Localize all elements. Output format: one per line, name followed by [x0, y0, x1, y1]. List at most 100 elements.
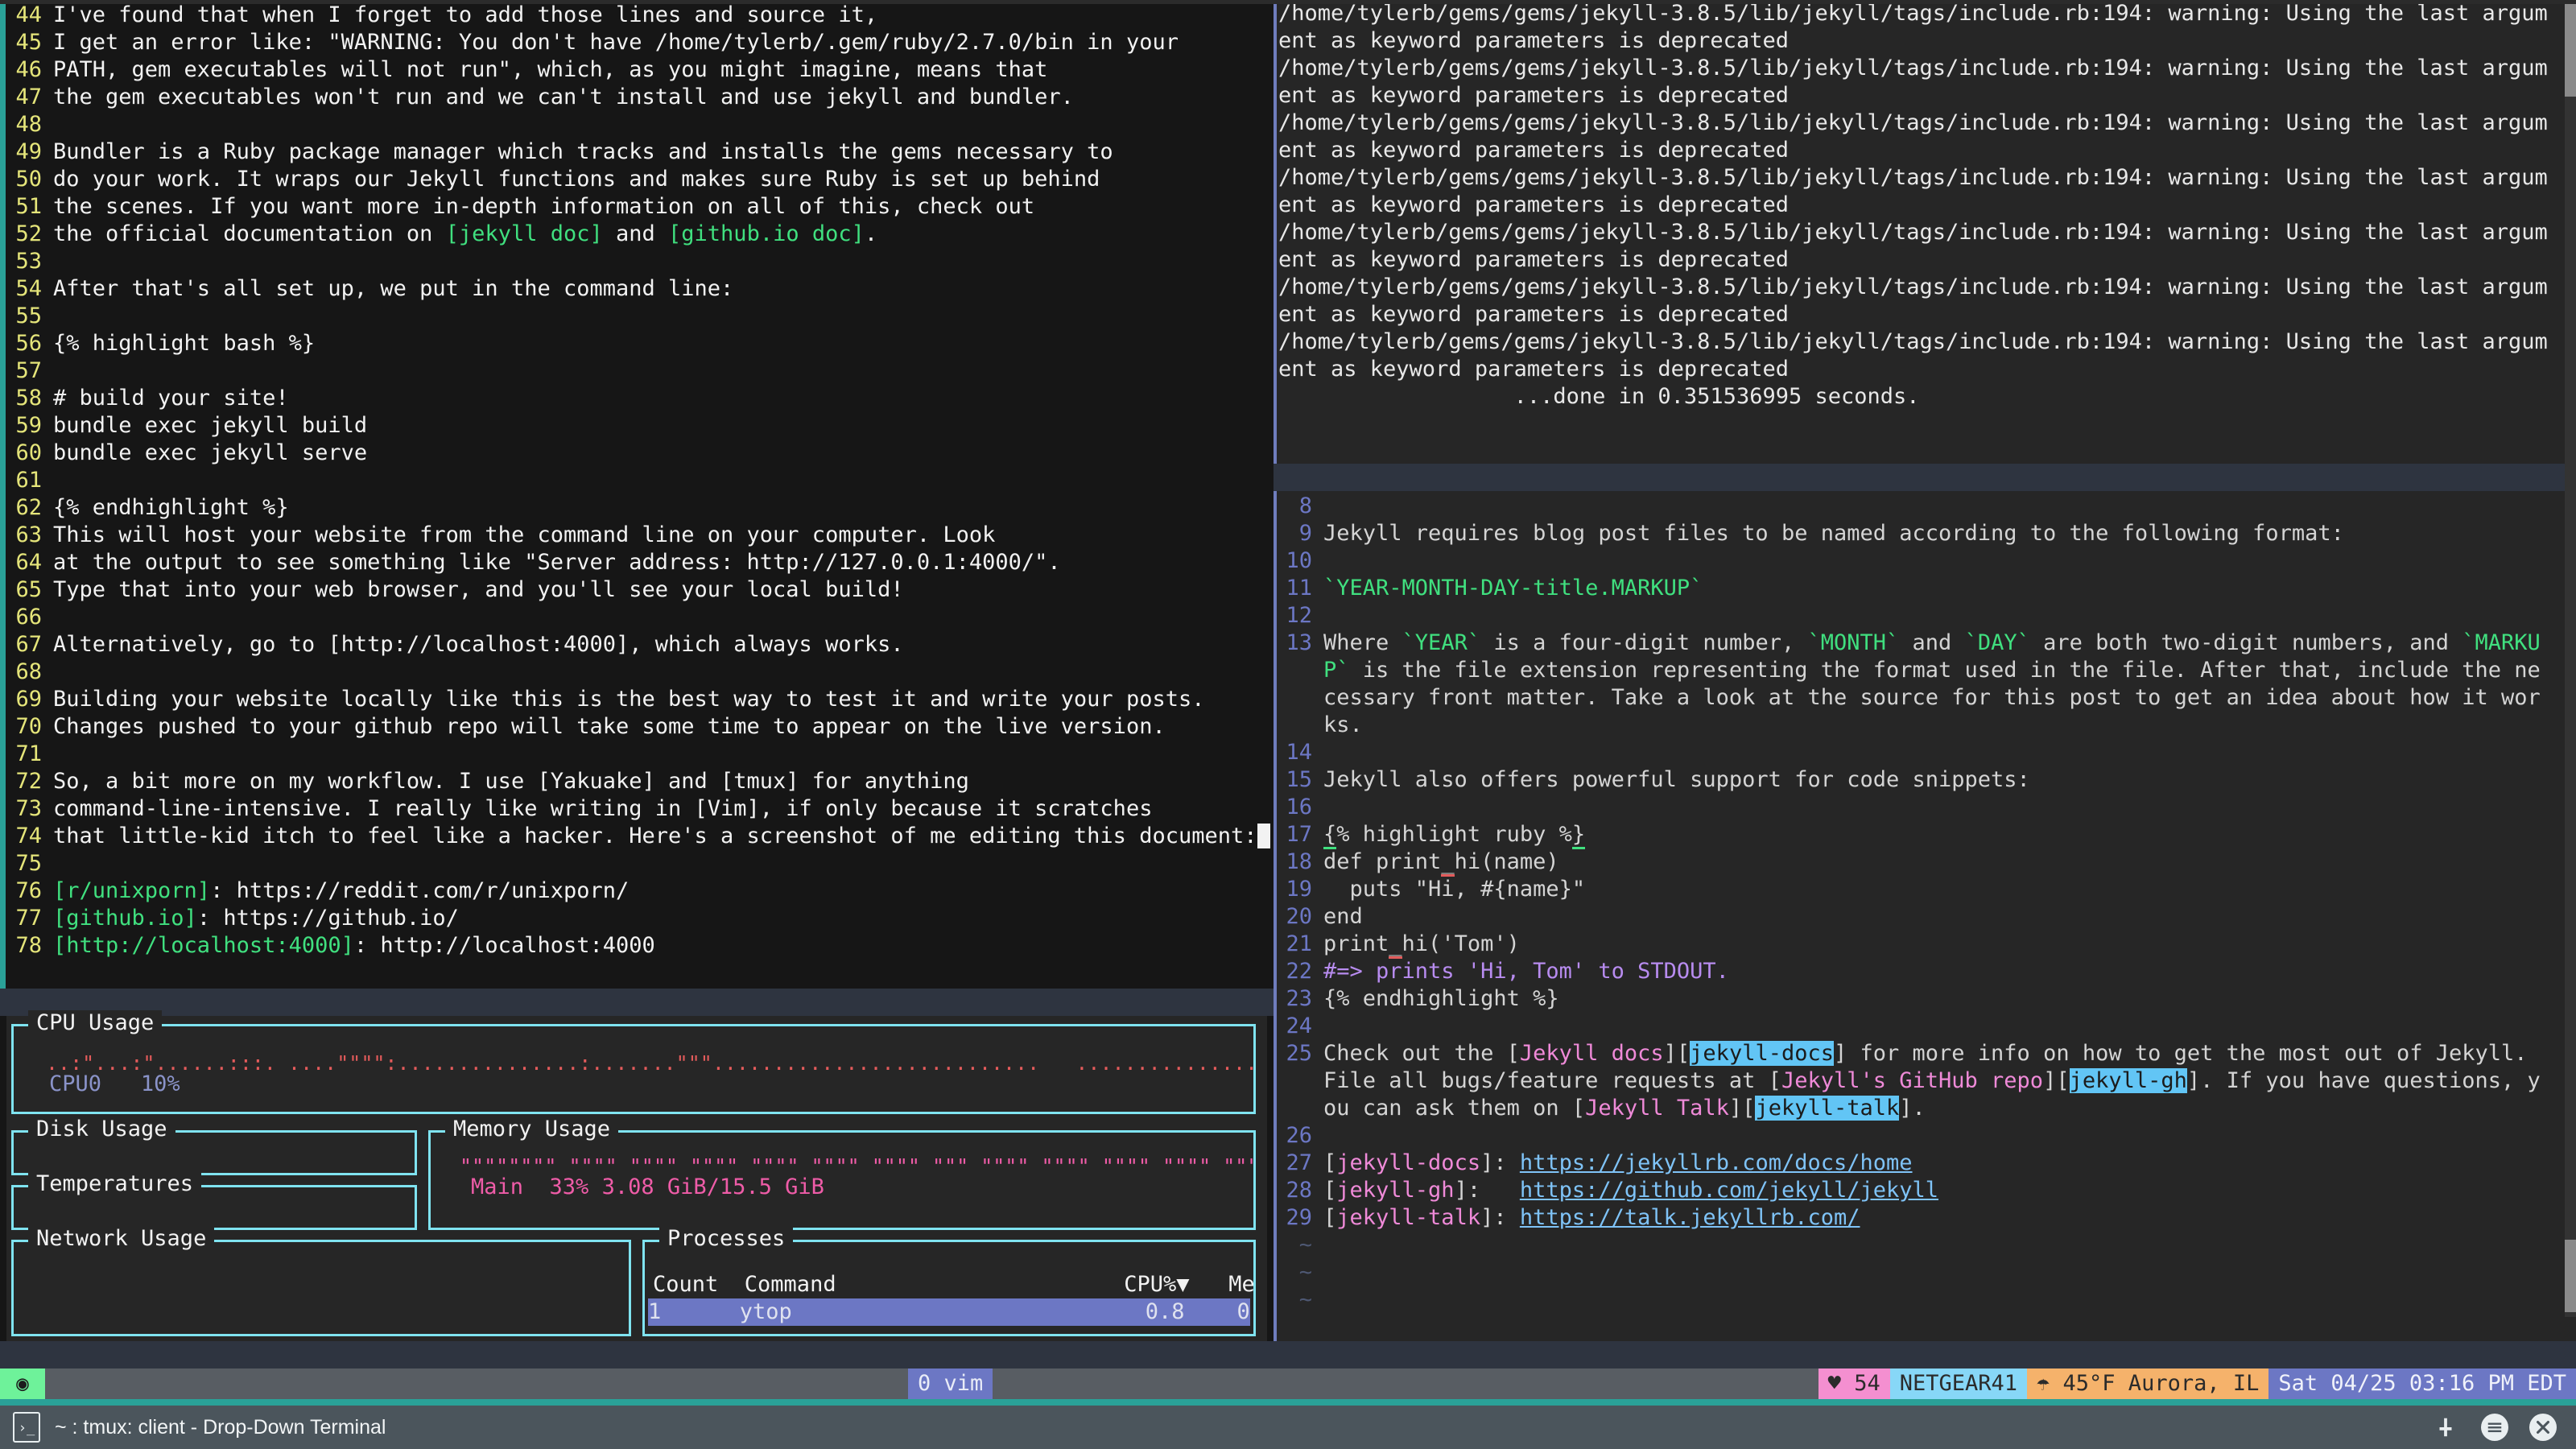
widget-processes[interactable]: Processes Count Command CPU%▼ Mem% 1 yto… [642, 1226, 1256, 1336]
cpu-legend: CPU0 10% [49, 1071, 180, 1096]
tmux-status-underline [0, 1399, 2576, 1406]
line-number: 49 [15, 139, 42, 164]
line-number: 28 [1286, 1178, 1312, 1203]
heart-icon: ♥ [1827, 1371, 1855, 1396]
scrollbar-thumb-bottom[interactable] [2565, 1240, 2576, 1312]
pane-divider [1274, 0, 1277, 1368]
line-number: 27 [1286, 1150, 1312, 1175]
line-number: 56 [15, 331, 42, 356]
line-number: 26 [1286, 1123, 1312, 1148]
taskbar-buttons [2431, 1413, 2557, 1442]
line-number: 17 [1286, 822, 1312, 847]
widget-title-network: Network Usage [28, 1226, 215, 1252]
editor-line: 73 command-line-intensive. I really like … [6, 795, 1270, 823]
editor-line: 47 the gem executables won't run and we c… [6, 84, 1270, 111]
widget-network-usage[interactable]: Network Usage [11, 1226, 631, 1336]
line-number: 51 [15, 194, 42, 219]
line-number: 54 [15, 276, 42, 301]
line-number: 62 [15, 495, 42, 520]
line-number: 13 [1286, 630, 1312, 655]
editor-line: 15 Jekyll also offers powerful support fo… [1280, 766, 2566, 794]
widget-temperatures[interactable]: Temperatures [11, 1171, 417, 1230]
shell-output-jekyll-build: /home/tylerb/gems/gems/jekyll-3.8.5/lib/… [1278, 0, 2566, 473]
editor-line: 45 I get an error like: "WARNING: You don… [6, 29, 1270, 56]
editor-line: 65 Type that into your web browser, and y… [6, 576, 1270, 604]
scrollbar-track[interactable] [2565, 0, 2576, 1317]
tmux-window-vim[interactable]: 0 vim [908, 1368, 993, 1399]
editor-line: 56 {% highlight bash %} [6, 330, 1270, 357]
tmux-status-bar[interactable]: ◉ 0 vim ♥ 54 NETGEAR41 ☂ 45°F Aurora, IL… [0, 1368, 2576, 1399]
editor-line: 64 at the output to see something like "S… [6, 549, 1270, 576]
editor-line: 74 that little-kid itch to feel like a ha… [6, 823, 1270, 850]
editor-line: 11 `YEAR-MONTH-DAY-title.MARKUP` [1280, 575, 2566, 602]
scrollbar-thumb-top[interactable] [2565, 0, 2576, 97]
widget-memory-usage[interactable]: Memory Usage """""""" """" """" """" """… [428, 1117, 1256, 1230]
line-number: 65 [15, 577, 42, 602]
line-number: 61 [15, 468, 42, 493]
editor-line: 58 # build your site! [6, 385, 1270, 412]
text-cursor [1257, 824, 1270, 848]
editor-line: ~ [1298, 1260, 1312, 1285]
line-number: 74 [15, 824, 42, 848]
widget-cpu-usage[interactable]: CPU Usage ..:"...:"......:::. ...."""":.… [11, 1010, 1256, 1114]
line-number: 12 [1286, 603, 1312, 628]
editor-line: 62 {% endhighlight %} [6, 494, 1270, 522]
status-wifi[interactable]: NETGEAR41 [1889, 1368, 2028, 1399]
tmux-window-list-spacer [45, 1368, 908, 1399]
tmux-pane-title-right-top[interactable]: ──2 "tylerb@tyler-bladestealth:~/githubi… [1274, 464, 2576, 491]
line-number: 75 [15, 851, 42, 876]
line-number: 69 [15, 687, 42, 712]
editor-line: 12 [1280, 602, 2566, 630]
tmux-pane-title-right-bottom[interactable]: ──3 "tylerb@tyler-bladestealth:~/githubi… [1274, 1341, 2576, 1368]
editor-line: 29 [jekyll-talk]: https://talk.jekyllrb.c… [1280, 1204, 2566, 1232]
line-number: 8 [1298, 493, 1312, 518]
line-number: 63 [15, 522, 42, 547]
cpu-sparkline: ..:"...:"......:::. ...."""":...........… [46, 1051, 1253, 1075]
line-number: 22 [1286, 959, 1312, 984]
editor-line: 48 [6, 111, 1270, 138]
editor-line: 61 [6, 467, 1270, 494]
tmux-session-badge[interactable]: ◉ [0, 1368, 45, 1399]
close-icon[interactable] [2529, 1414, 2557, 1441]
line-number: 57 [15, 358, 42, 383]
pin-icon[interactable] [2431, 1413, 2460, 1442]
widget-disk-usage[interactable]: Disk Usage [11, 1117, 417, 1175]
editor-line: 67 Alternatively, go to [http://localhost… [6, 631, 1270, 658]
editor-line: 69 Building your website locally like thi… [6, 686, 1270, 713]
ytop-dashboard[interactable]: CPU Usage ..:"...:"......:::. ...."""":.… [6, 1010, 1267, 1368]
editor-line: 19 puts "Hi, #{name}" [1280, 876, 2566, 903]
line-number: 48 [15, 112, 42, 137]
vim-editor-right[interactable]: 8 9 Jekyll requires blog post files to be … [1280, 493, 2566, 1317]
line-number: 15 [1286, 767, 1312, 792]
line-number: 53 [15, 249, 42, 274]
editor-line: 22 #=> prints 'Hi, Tom' to STDOUT. [1280, 958, 2566, 985]
editor-line: 28 [jekyll-gh]: https://github.com/jekyll… [1280, 1177, 2566, 1204]
editor-line: 55 [6, 303, 1270, 330]
tmux-pane-title-left[interactable]: ─0 "tylerb@tyler-bladestealth:~/githubio… [0, 989, 1274, 1016]
editor-line: 26 [1280, 1122, 2566, 1150]
editor-line: ~ [1298, 1287, 1312, 1312]
tmux-status-right: ♥ 54 NETGEAR41 ☂ 45°F Aurora, IL Sat 04/… [1818, 1368, 2576, 1399]
tmux-pane-title-left-bottom[interactable]: ──1 "tylerb@tyler-bladestealth:~"───────… [0, 1341, 1274, 1368]
editor-line: 76 [r/unixporn]: https://reddit.com/r/uni… [6, 877, 1270, 905]
menu-icon[interactable] [2481, 1414, 2508, 1441]
line-number: 46 [15, 57, 42, 82]
line-number: 23 [1286, 986, 1312, 1011]
widget-title-disk: Disk Usage [28, 1117, 175, 1142]
vim-status-line-left: -- INSERT -- 74,93 95% [6, 960, 1270, 1073]
status-heart-rate[interactable]: ♥ 54 [1818, 1368, 1890, 1399]
status-clock[interactable]: Sat 04/25 03:16 PM EDT [2268, 1368, 2576, 1399]
table-row[interactable]: 1 ytop 0.8 0.0 [648, 1298, 1253, 1326]
line-number: 66 [15, 605, 42, 630]
editor-line: 16 [1280, 794, 2566, 821]
editor-line: 20 end [1280, 903, 2566, 931]
line-number: 72 [15, 769, 42, 794]
editor-line: 25 Check out the [Jekyll docs][jekyll-doc… [1280, 1040, 2566, 1067]
editor-line: 24 [1280, 1013, 2566, 1040]
link-label: [http://localhost:4000] [53, 933, 354, 958]
status-weather[interactable]: ☂ 45°F Aurora, IL [2027, 1368, 2269, 1399]
vim-editor-left[interactable]: 44 I've found that when I forget to add t… [6, 2, 1270, 982]
line-number: 10 [1286, 548, 1312, 573]
editor-line: 63 This will host your website from the c… [6, 522, 1270, 549]
yakuake-taskbar[interactable]: ›_ ~ : tmux: client - Drop-Down Terminal [0, 1406, 2576, 1449]
